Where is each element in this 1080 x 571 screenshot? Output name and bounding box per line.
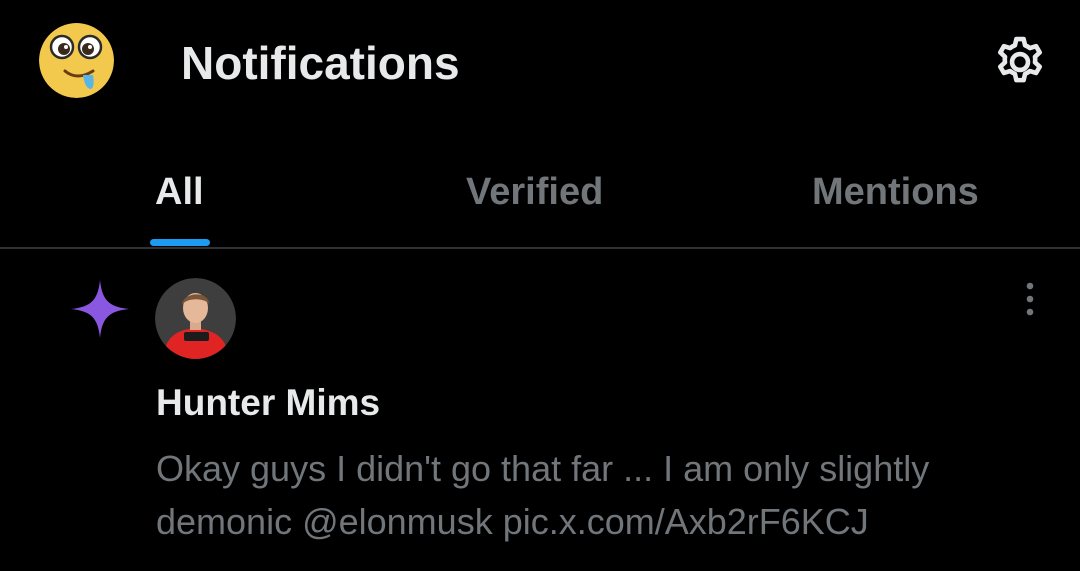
tab-mentions-label: Mentions: [812, 171, 979, 213]
tab-active-indicator: [150, 239, 210, 246]
gear-icon[interactable]: [991, 33, 1049, 91]
author-avatar[interactable]: [155, 278, 236, 359]
tab-all-label: All: [155, 171, 204, 213]
tab-verified-label: Verified: [466, 171, 604, 213]
tweet-text: Okay guys I didn't go that far ... I am …: [156, 442, 1036, 548]
notification-item[interactable]: Hunter Mims Okay guys I didn't go that f…: [0, 249, 1080, 571]
tab-all[interactable]: All: [0, 140, 360, 247]
sparkle-icon: [71, 280, 129, 338]
more-vertical-icon[interactable]: [1010, 277, 1050, 321]
page-title: Notifications: [181, 37, 460, 89]
top-bar: Notifications: [0, 0, 1080, 125]
tweet-text-line-1: Okay guys I didn't go that far ... I am …: [156, 448, 930, 489]
profile-avatar[interactable]: [39, 23, 114, 98]
tab-mentions[interactable]: Mentions: [720, 140, 1080, 247]
tweet-text-line-2: demonic @elonmusk pic.x.com/Axb2rF6KCJ: [156, 501, 869, 542]
author-name[interactable]: Hunter Mims: [156, 381, 380, 425]
notification-tabs: All Verified Mentions: [0, 140, 1080, 247]
tab-verified[interactable]: Verified: [360, 140, 720, 247]
